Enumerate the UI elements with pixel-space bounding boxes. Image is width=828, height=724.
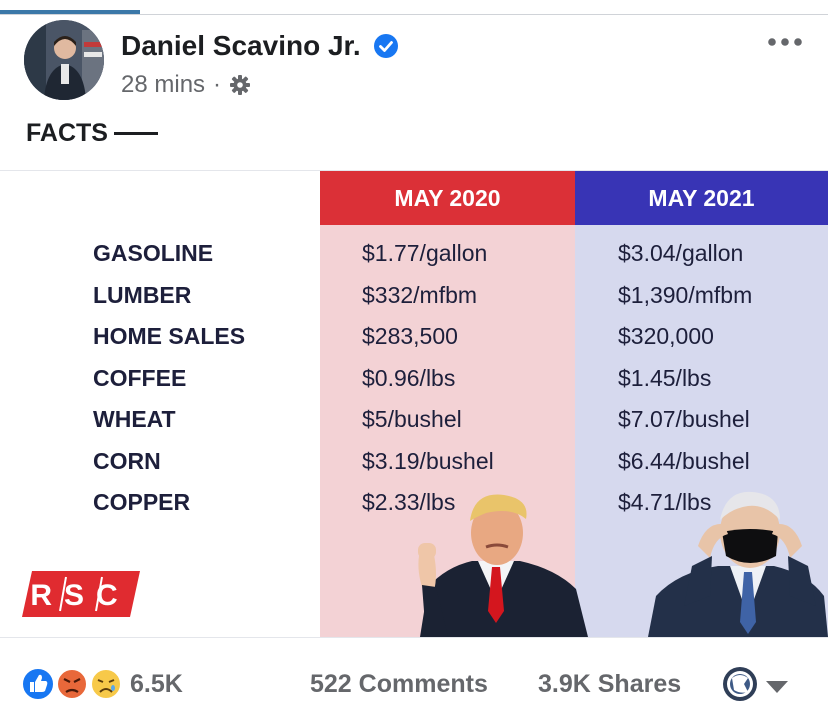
may-2021-value: $6.44/bushel [618, 448, 750, 474]
author-name[interactable]: Daniel Scavino Jr. [121, 30, 399, 62]
share-audience-icon[interactable] [722, 664, 796, 704]
author-name-text[interactable]: Daniel Scavino Jr. [121, 30, 361, 62]
row-label: COPPER [93, 489, 191, 515]
row-label: GASOLINE [93, 240, 214, 266]
row-label: LUMBER [93, 282, 192, 308]
table-row: WHEAT $5/bushel $7.07/bushel [0, 398, 828, 440]
post-footer: 6.5K 522 Comments 3.9K Shares [0, 660, 828, 712]
table-row: COFFEE $0.96/lbs $1.45/lbs [0, 357, 828, 399]
more-options-icon[interactable] [766, 32, 804, 52]
post-timestamp[interactable]: 28 mins [121, 71, 205, 99]
photo-may-2021 [648, 491, 828, 637]
sad-reaction-icon [90, 668, 122, 700]
reactions-icons[interactable] [20, 666, 124, 702]
table-row: HOME SALES $283,500 $320,000 [0, 315, 828, 357]
table-row: GASOLINE $1.77/gallon $3.04/gallon [0, 232, 828, 274]
may-2021-value: $320,000 [618, 323, 714, 349]
may-2021-header: MAY 2021 [575, 171, 828, 225]
may-2021-value: $1.45/lbs [618, 365, 712, 391]
table-row: LUMBER $332/mfbm $1,390/mfbm [0, 274, 828, 316]
avatar[interactable] [24, 20, 104, 100]
may-2020-value: $283,500 [362, 323, 458, 349]
photo-may-2020 [418, 494, 588, 637]
gear-icon[interactable] [229, 74, 251, 96]
may-2021-value: $3.04/gallon [618, 240, 744, 266]
rsc-logo: RSC [22, 571, 140, 617]
row-label: WHEAT [93, 406, 176, 432]
verified-badge-icon [373, 34, 398, 58]
shares-count[interactable]: 3.9K Shares [538, 670, 681, 699]
post-image[interactable]: MAY 2020 MAY 2021 GASOLINE $1.77/gallon … [0, 170, 828, 638]
row-label: COFFEE [93, 365, 187, 391]
angry-reaction-icon [56, 668, 88, 700]
post-text-content: FACTS [26, 119, 108, 147]
table-row: CORN $3.19/bushel $6.44/bushel [0, 440, 828, 482]
reaction-count[interactable]: 6.5K [130, 670, 183, 699]
post-text: FACTS [26, 119, 158, 148]
may-2020-value: $1.77/gallon [362, 240, 488, 266]
rsc-logo-text: RSC [30, 579, 129, 612]
may-2020-value: $5/bushel [362, 406, 462, 432]
row-label: HOME SALES [93, 323, 246, 349]
meta-separator: · [213, 71, 222, 98]
may-2021-value: $1,390/mfbm [618, 282, 753, 308]
post-meta: 28 mins · [121, 71, 251, 99]
may-2020-value: $0.96/lbs [362, 365, 456, 391]
may-2020-value: $3.19/bushel [362, 448, 494, 474]
may-2021-value: $7.07/bushel [618, 406, 750, 432]
may-2020-value: $332/mfbm [362, 282, 478, 308]
comments-count[interactable]: 522 Comments [310, 670, 488, 699]
top-divider [0, 0, 828, 15]
scroll-indicator [0, 10, 140, 14]
row-label: CORN [93, 448, 161, 474]
post-text-dash [113, 132, 158, 135]
may-2020-header: MAY 2020 [320, 171, 575, 225]
like-reaction-icon [21, 667, 55, 701]
